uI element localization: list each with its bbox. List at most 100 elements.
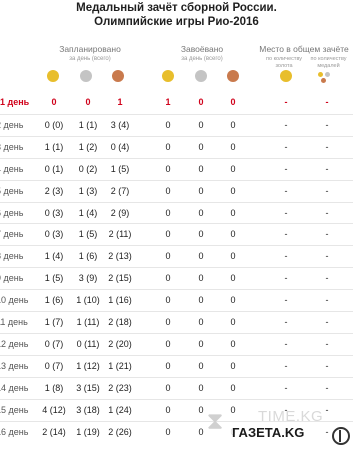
table-row: 7 день 0 (3) 1 (5) 2 (11) 0 0 0 - - [0, 223, 353, 244]
planned-gold-cell: 1 (4) [44, 251, 64, 262]
planned-bronze-cell: 2 (11) [108, 229, 132, 240]
planned-silver-cell: 1 (19) [76, 426, 100, 437]
planned-gold-cell: 0 (3) [44, 207, 64, 218]
rank-gold-cell: - [284, 97, 288, 107]
rank-gold-cell: - [284, 229, 288, 240]
won-gold-cell: 0 [165, 317, 171, 327]
won-silver-cell: 0 [198, 207, 204, 218]
table-row: 4 день 0 (1) 0 (2) 1 (5) 0 0 0 - - [0, 157, 353, 179]
planned-bronze-cell: 1 (24) [108, 404, 132, 415]
rank-medals-cell: - [325, 295, 329, 306]
day-cell: 16 день [0, 426, 29, 437]
rank-medals-cell: - [325, 229, 329, 240]
won-silver-cell: 0 [198, 382, 204, 393]
planned-subheader: за день (всего) [69, 56, 111, 62]
planned-gold-cell: 1 (5) [44, 273, 64, 284]
rank-medals-cell: - [325, 317, 329, 327]
won-gold-cell: 0 [165, 207, 171, 218]
won-gold-cell: 0 [165, 163, 171, 174]
bronze-medal-icon [321, 78, 326, 83]
won-bronze-cell: 0 [230, 273, 236, 284]
won-bronze-cell: 0 [230, 382, 236, 393]
rank-gold-cell: - [284, 317, 288, 327]
won-bronze-cell: 0 [230, 207, 236, 218]
gold-medal-icon [47, 70, 59, 82]
planned-bronze-cell: 2 (18) [108, 317, 132, 327]
day-cell: 5 день [0, 185, 24, 196]
hourglass-icon: ⧗ [206, 408, 224, 435]
won-gold-cell: 0 [165, 273, 171, 284]
table-row: 9 день 1 (5) 3 (9) 2 (15) 0 0 0 - - [0, 267, 353, 288]
rank-medals-cell: - [325, 338, 329, 349]
planned-silver-cell: 1 (5) [78, 229, 98, 240]
table-row: 12 день 0 (7) 0 (11) 2 (20) 0 0 0 - - [0, 332, 353, 354]
rank-gold-cell: - [284, 207, 288, 218]
day-cell: 2 день [0, 119, 24, 130]
won-bronze-cell: 0 [230, 338, 236, 349]
planned-silver-cell: 1 (3) [78, 185, 98, 196]
day-cell: 10 день [0, 295, 29, 306]
planned-silver-cell: 0 (11) [76, 338, 100, 349]
watermark-logo: ⧗ TIME.KG ГАЗЕТА.KG [200, 403, 353, 450]
won-bronze-cell: 0 [230, 119, 236, 130]
silver-medal-icon [325, 72, 330, 77]
table-row: 5 день 2 (3) 1 (3) 2 (7) 0 0 0 - - [0, 179, 353, 201]
planned-bronze-cell: 2 (26) [108, 426, 132, 437]
planned-bronze-cell: 2 (7) [110, 185, 130, 196]
rank-gold-cell: - [284, 185, 288, 196]
won-bronze-cell: 0 [230, 251, 236, 262]
won-gold-cell: 0 [165, 404, 171, 415]
bronze-medal-icon [227, 70, 239, 82]
table-row: 10 день 1 (6) 1 (10) 1 (16) 0 0 0 - - [0, 289, 353, 310]
day-cell: 13 день [0, 360, 29, 371]
planned-silver-cell: 1 (1) [78, 119, 98, 130]
won-silver-cell: 0 [198, 163, 204, 174]
rank-medals-cell: - [325, 163, 329, 174]
rank-gold-cell: - [284, 119, 288, 130]
rank-gold-cell: - [284, 338, 288, 349]
day-cell: 11 день [0, 317, 28, 327]
planned-silver-cell: 0 [85, 97, 91, 107]
globe-icon [332, 427, 350, 445]
table-row: 6 день 0 (3) 1 (4) 2 (9) 0 0 0 - - [0, 201, 353, 223]
planned-gold-cell: 0 [51, 97, 57, 107]
won-bronze-cell: 0 [230, 360, 236, 371]
planned-silver-cell: 3 (9) [78, 273, 98, 284]
planned-bronze-cell: 3 (4) [110, 119, 130, 130]
rank-medals-cell: - [325, 119, 329, 130]
won-bronze-cell: 0 [230, 317, 236, 327]
watermark-time: TIME.KG [258, 408, 324, 425]
won-gold-cell: 0 [165, 229, 171, 240]
won-gold-cell: 0 [165, 360, 171, 371]
planned-gold-cell: 0 (7) [44, 360, 64, 371]
won-gold-cell: 0 [165, 382, 171, 393]
planned-gold-cell: 4 (12) [42, 404, 66, 415]
won-silver-cell: 0 [198, 97, 204, 107]
rank-medals-cell: - [325, 185, 329, 196]
day-cell: 12 день [0, 338, 29, 349]
rank-gold-cell: - [284, 251, 288, 262]
rank-by-medals-subheader: по количеству медалей [310, 56, 347, 69]
day-cell: 7 день [0, 229, 24, 240]
table-row: 2 день 0 (0) 1 (1) 3 (4) 0 0 0 - - [0, 113, 353, 135]
title-line-2: Олимпийские игры Рио-2016 [94, 16, 259, 28]
won-silver-cell: 0 [198, 295, 204, 306]
page-title: Медальный зачёт сборной России. Олимпийс… [0, 1, 353, 29]
table-row: 8 день 1 (4) 1 (6) 2 (13) 0 0 0 - - [0, 245, 353, 266]
watermark-gazeta: ГАЗЕТА.KG [230, 425, 307, 440]
won-silver-cell: 0 [198, 360, 204, 371]
won-bronze-cell: 0 [230, 141, 236, 152]
planned-gold-cell: 0 (3) [44, 229, 64, 240]
won-header: Завоёвано [180, 44, 224, 54]
planned-bronze-cell: 2 (13) [108, 251, 132, 262]
rank-gold-cell: - [284, 360, 288, 371]
day-cell: 8 день [0, 251, 24, 262]
planned-gold-cell: 2 (14) [42, 426, 66, 437]
table-row: 13 день 0 (7) 1 (12) 1 (21) 0 0 0 - - [0, 354, 353, 376]
won-gold-cell: 0 [165, 251, 171, 262]
planned-silver-cell: 1 (2) [78, 141, 98, 152]
rank-gold-cell: - [284, 295, 288, 306]
rank-header: Место в общем зачёте [259, 44, 349, 54]
bronze-medal-icon [112, 70, 124, 82]
planned-header: Запланировано [59, 44, 121, 54]
